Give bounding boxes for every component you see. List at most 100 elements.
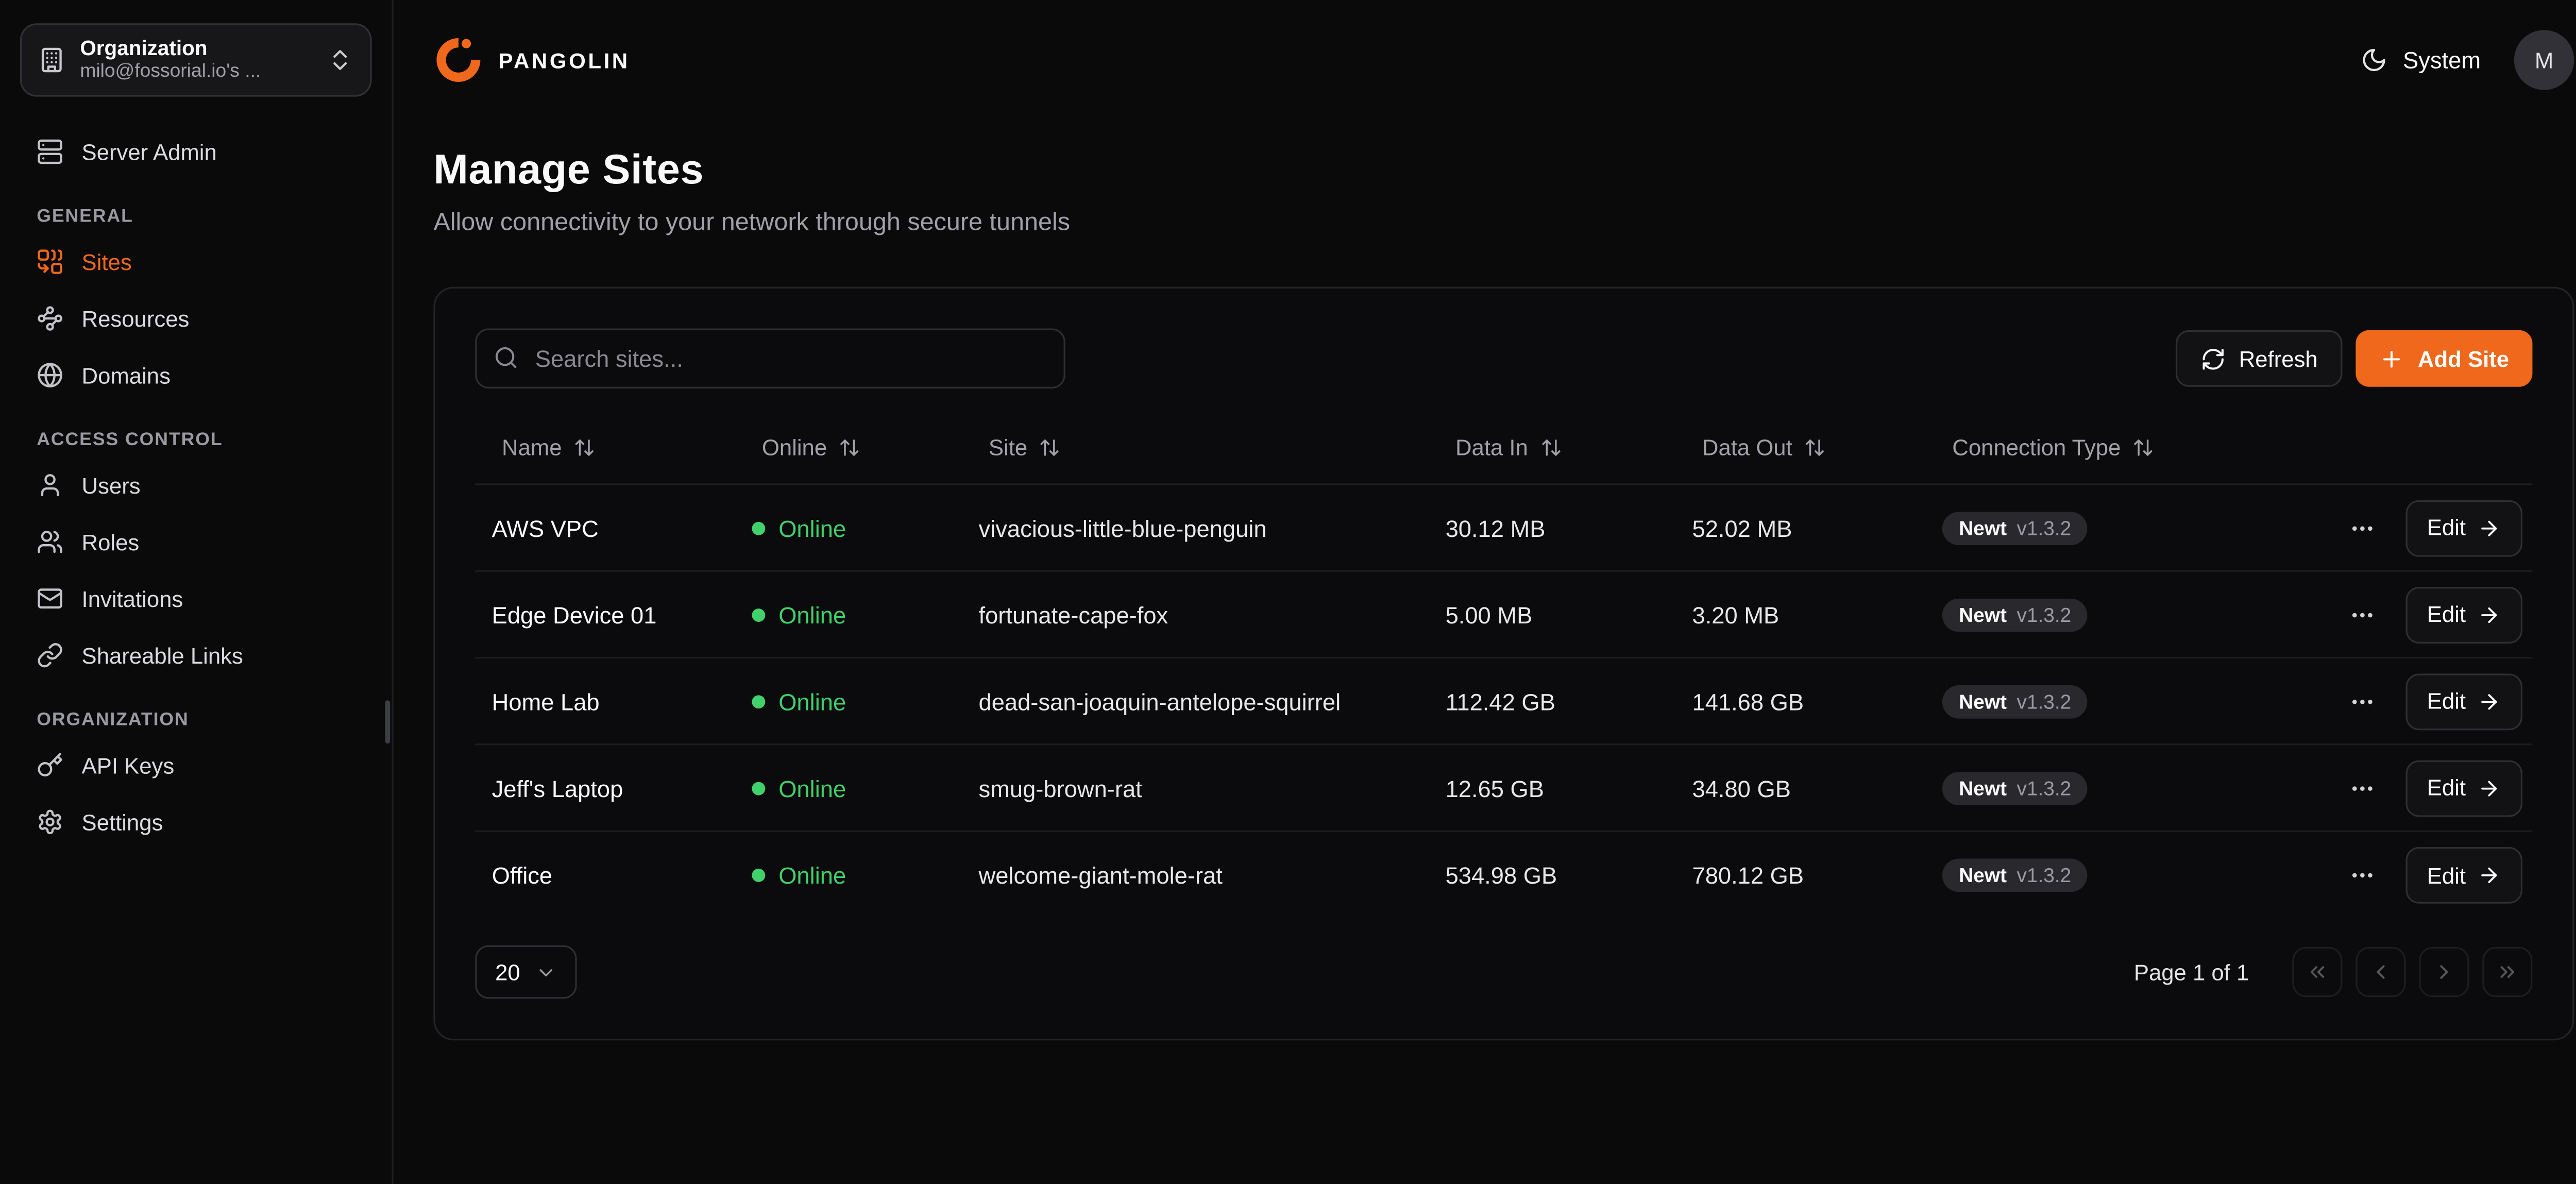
sidebar-item-shareable-links[interactable]: Shareable Links — [20, 627, 372, 684]
server-icon — [37, 139, 63, 165]
last-page-button[interactable] — [2482, 947, 2532, 997]
key-icon — [37, 752, 63, 779]
globe-icon — [37, 362, 63, 388]
ellipsis-icon — [2349, 774, 2376, 801]
row-menu-button[interactable] — [2349, 601, 2376, 628]
sidebar-item-server-admin[interactable]: Server Admin — [20, 123, 372, 180]
online-label: Online — [778, 774, 846, 801]
sidebar-item-invitations[interactable]: Invitations — [20, 570, 372, 627]
org-selector-title: Organization — [80, 38, 312, 59]
next-page-button[interactable] — [2419, 947, 2469, 997]
first-page-button[interactable] — [2292, 947, 2342, 997]
sidebar-item-label: Users — [82, 472, 141, 498]
edit-button[interactable]: Edit — [2405, 499, 2522, 556]
theme-toggle-label: System — [2403, 47, 2481, 74]
cell-site: dead-san-joaquin-antelope-squirrel — [962, 688, 1429, 715]
link-icon — [37, 642, 63, 669]
page-info: Page 1 of 1 — [2134, 959, 2249, 985]
online-label: Online — [778, 688, 846, 715]
chevron-down-icon — [535, 961, 557, 983]
refresh-button[interactable]: Refresh — [2176, 330, 2343, 387]
brand-logo-link[interactable]: PANGOLIN — [433, 35, 630, 85]
table-row: Home Lab Online dead-san-joaquin-antelop… — [475, 658, 2532, 745]
column-label: Connection Type — [1952, 435, 2121, 461]
sidebar-item-roles[interactable]: Roles — [20, 514, 372, 570]
chevrons-up-down-icon — [327, 47, 353, 74]
sidebar-item-api-keys[interactable]: API Keys — [20, 737, 372, 793]
edit-button[interactable]: Edit — [2405, 759, 2522, 816]
row-menu-button[interactable] — [2349, 862, 2376, 889]
prev-page-button[interactable] — [2355, 947, 2405, 997]
column-header-data-in[interactable]: Data In — [1429, 435, 1675, 461]
edit-label: Edit — [2427, 602, 2466, 627]
building-icon — [38, 47, 65, 74]
connection-type-version: v1.3.2 — [2016, 604, 2071, 624]
connection-type-name: Newt — [1959, 865, 2007, 885]
sidebar-item-label: Server Admin — [82, 139, 217, 164]
connection-type-badge: Newtv1.3.2 — [1942, 511, 2088, 545]
cell-data-in: 112.42 GB — [1429, 688, 1675, 715]
column-header-data-out[interactable]: Data Out — [1675, 435, 1925, 461]
cell-site: welcome-giant-mole-rat — [962, 862, 1429, 889]
cell-online: Online — [735, 688, 962, 715]
table-row: Edge Device 01 Online fortunate-cape-fox… — [475, 572, 2532, 658]
column-header-online[interactable]: Online — [735, 435, 962, 461]
row-menu-button[interactable] — [2349, 514, 2376, 541]
user-icon — [37, 472, 63, 499]
page-size-value: 20 — [495, 959, 520, 985]
add-site-button[interactable]: Add Site — [2356, 330, 2532, 387]
users-icon — [37, 529, 63, 555]
search-input[interactable] — [475, 328, 1065, 388]
sidebar-item-resources[interactable]: Resources — [20, 290, 372, 347]
cell-online: Online — [735, 514, 962, 541]
sites-icon — [37, 248, 63, 275]
connection-type-badge: Newtv1.3.2 — [1942, 859, 2088, 892]
cell-data-in: 30.12 MB — [1429, 514, 1675, 541]
connection-type-badge: Newtv1.3.2 — [1942, 684, 2088, 718]
sidebar-item-users[interactable]: Users — [20, 457, 372, 514]
chevrons-left-icon — [2306, 960, 2329, 984]
cell-data-out: 141.68 GB — [1675, 688, 1925, 715]
row-menu-button[interactable] — [2349, 688, 2376, 715]
column-header-name[interactable]: Name — [475, 435, 735, 461]
panel-toolbar: Refresh Add Site — [475, 328, 2532, 388]
section-label-organization: ORGANIZATION — [20, 711, 372, 731]
moon-icon — [2361, 47, 2388, 74]
connection-type-name: Newt — [1959, 604, 2007, 624]
cell-data-in: 5.00 MB — [1429, 601, 1675, 628]
page-subtitle: Allow connectivity to your network throu… — [433, 208, 2574, 236]
sidebar-scrollbar-thumb[interactable] — [385, 700, 391, 743]
pagination-buttons — [2292, 947, 2532, 997]
page-header: Manage Sites Allow connectivity to your … — [394, 120, 2576, 237]
cell-online: Online — [735, 774, 962, 801]
cell-actions: Edit — [2282, 847, 2532, 904]
edit-button[interactable]: Edit — [2405, 847, 2522, 904]
page-size-select[interactable]: 20 — [475, 945, 577, 999]
mail-icon — [37, 585, 63, 612]
sidebar-item-domains[interactable]: Domains — [20, 347, 372, 403]
topbar-right: System M — [2361, 30, 2574, 90]
cell-data-in: 534.98 GB — [1429, 862, 1675, 889]
toolbar-actions: Refresh Add Site — [2176, 330, 2533, 387]
sidebar-item-settings[interactable]: Settings — [20, 793, 372, 850]
edit-button[interactable]: Edit — [2405, 586, 2522, 642]
sidebar: Organization milo@fossorial.io's ... Ser… — [0, 0, 394, 1184]
cell-data-out: 780.12 GB — [1675, 862, 1925, 889]
table-header-row: Name Online Site Data In — [475, 412, 2532, 485]
column-header-connection-type[interactable]: Connection Type — [1926, 435, 2282, 461]
org-selector[interactable]: Organization milo@fossorial.io's ... — [20, 23, 372, 96]
ellipsis-icon — [2349, 688, 2376, 715]
row-menu-button[interactable] — [2349, 774, 2376, 801]
sidebar-item-sites[interactable]: Sites — [20, 233, 372, 290]
arrow-right-icon — [2478, 864, 2501, 887]
column-header-site[interactable]: Site — [962, 435, 1429, 461]
sort-icon — [573, 437, 595, 459]
cell-online: Online — [735, 862, 962, 889]
theme-toggle[interactable]: System — [2361, 47, 2481, 74]
connection-type-badge: Newtv1.3.2 — [1942, 771, 2088, 805]
brand-name: PANGOLIN — [499, 47, 630, 73]
org-selector-text: Organization milo@fossorial.io's ... — [80, 38, 312, 81]
avatar[interactable]: M — [2514, 30, 2574, 90]
edit-button[interactable]: Edit — [2405, 673, 2522, 730]
cell-actions: Edit — [2282, 759, 2532, 816]
